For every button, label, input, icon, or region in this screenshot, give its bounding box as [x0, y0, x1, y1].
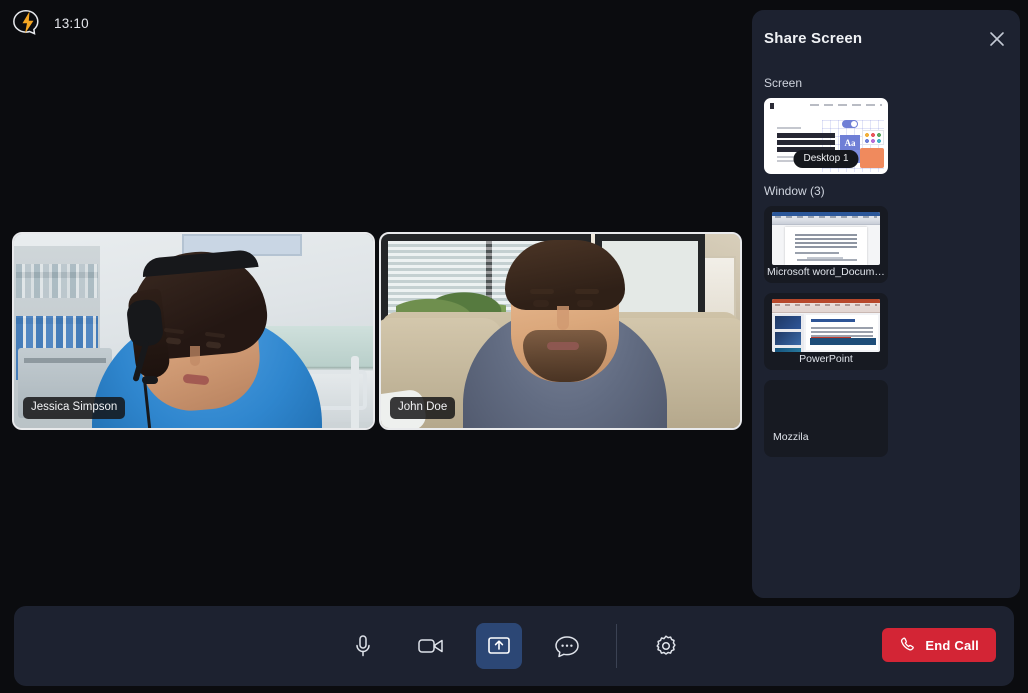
participant-tile-john-doe[interactable]: John Doe	[379, 232, 742, 430]
window-label: Microsoft word_Document	[767, 266, 888, 278]
close-icon[interactable]	[986, 28, 1008, 50]
share-screen-panel: Share Screen Screen Aa Desktop 1 Window …	[752, 10, 1020, 598]
settings-button[interactable]	[643, 623, 689, 669]
share-screen-button[interactable]	[475, 623, 522, 669]
video-call-app: 13:10 Jessica Simpson John Doe Share Scr…	[0, 0, 1028, 693]
chat-bubble-icon	[553, 633, 581, 659]
phone-hangup-icon	[899, 636, 917, 654]
share-screen-icon	[486, 633, 512, 659]
call-toolbar: End Call	[14, 606, 1014, 686]
share-screen-panel-body: Screen Aa Aa Desktop 1	[752, 76, 1020, 457]
end-call-button[interactable]: End Call	[882, 628, 996, 662]
participant-name-badge: Jessica Simpson	[23, 396, 126, 419]
chat-bolt-logo-icon	[12, 8, 42, 38]
video-stage: Jessica Simpson John Doe	[0, 46, 748, 598]
screen-source-desktop-1[interactable]: Aa Aa Desktop 1	[764, 98, 888, 174]
clock-label: 13:10	[54, 15, 89, 31]
participant-name-badge: John Doe	[390, 396, 456, 419]
window-source-word-document[interactable]: Microsoft word_Document	[764, 206, 888, 283]
window-preview-powerpoint	[772, 299, 880, 352]
window-preview-word	[772, 212, 880, 265]
end-call-label: End Call	[925, 637, 979, 653]
panel-title: Share Screen	[764, 29, 863, 47]
window-label: PowerPoint	[799, 353, 853, 365]
microphone-button[interactable]	[340, 623, 386, 669]
window-section-label: Window (3)	[764, 184, 825, 198]
window-source-grid: Microsoft word_Document PowerPoint Mozzi…	[764, 206, 1008, 457]
microphone-icon	[350, 633, 376, 659]
gear-icon	[653, 633, 679, 659]
window-source-powerpoint[interactable]: PowerPoint	[764, 293, 888, 370]
desktop-label-badge: Desktop 1	[793, 150, 859, 168]
window-label: Mozzila	[773, 431, 809, 443]
participant-tile-jessica-simpson[interactable]: Jessica Simpson	[12, 232, 375, 430]
video-camera-icon	[416, 633, 446, 659]
camera-button[interactable]	[408, 623, 454, 669]
chat-button[interactable]	[544, 623, 590, 669]
toolbar-divider	[615, 624, 617, 668]
share-screen-panel-header: Share Screen	[752, 10, 1020, 66]
toolbar-controls	[14, 606, 1014, 686]
window-source-mozzila[interactable]: Mozzila	[764, 380, 888, 457]
screen-section-label: Screen	[764, 76, 803, 90]
